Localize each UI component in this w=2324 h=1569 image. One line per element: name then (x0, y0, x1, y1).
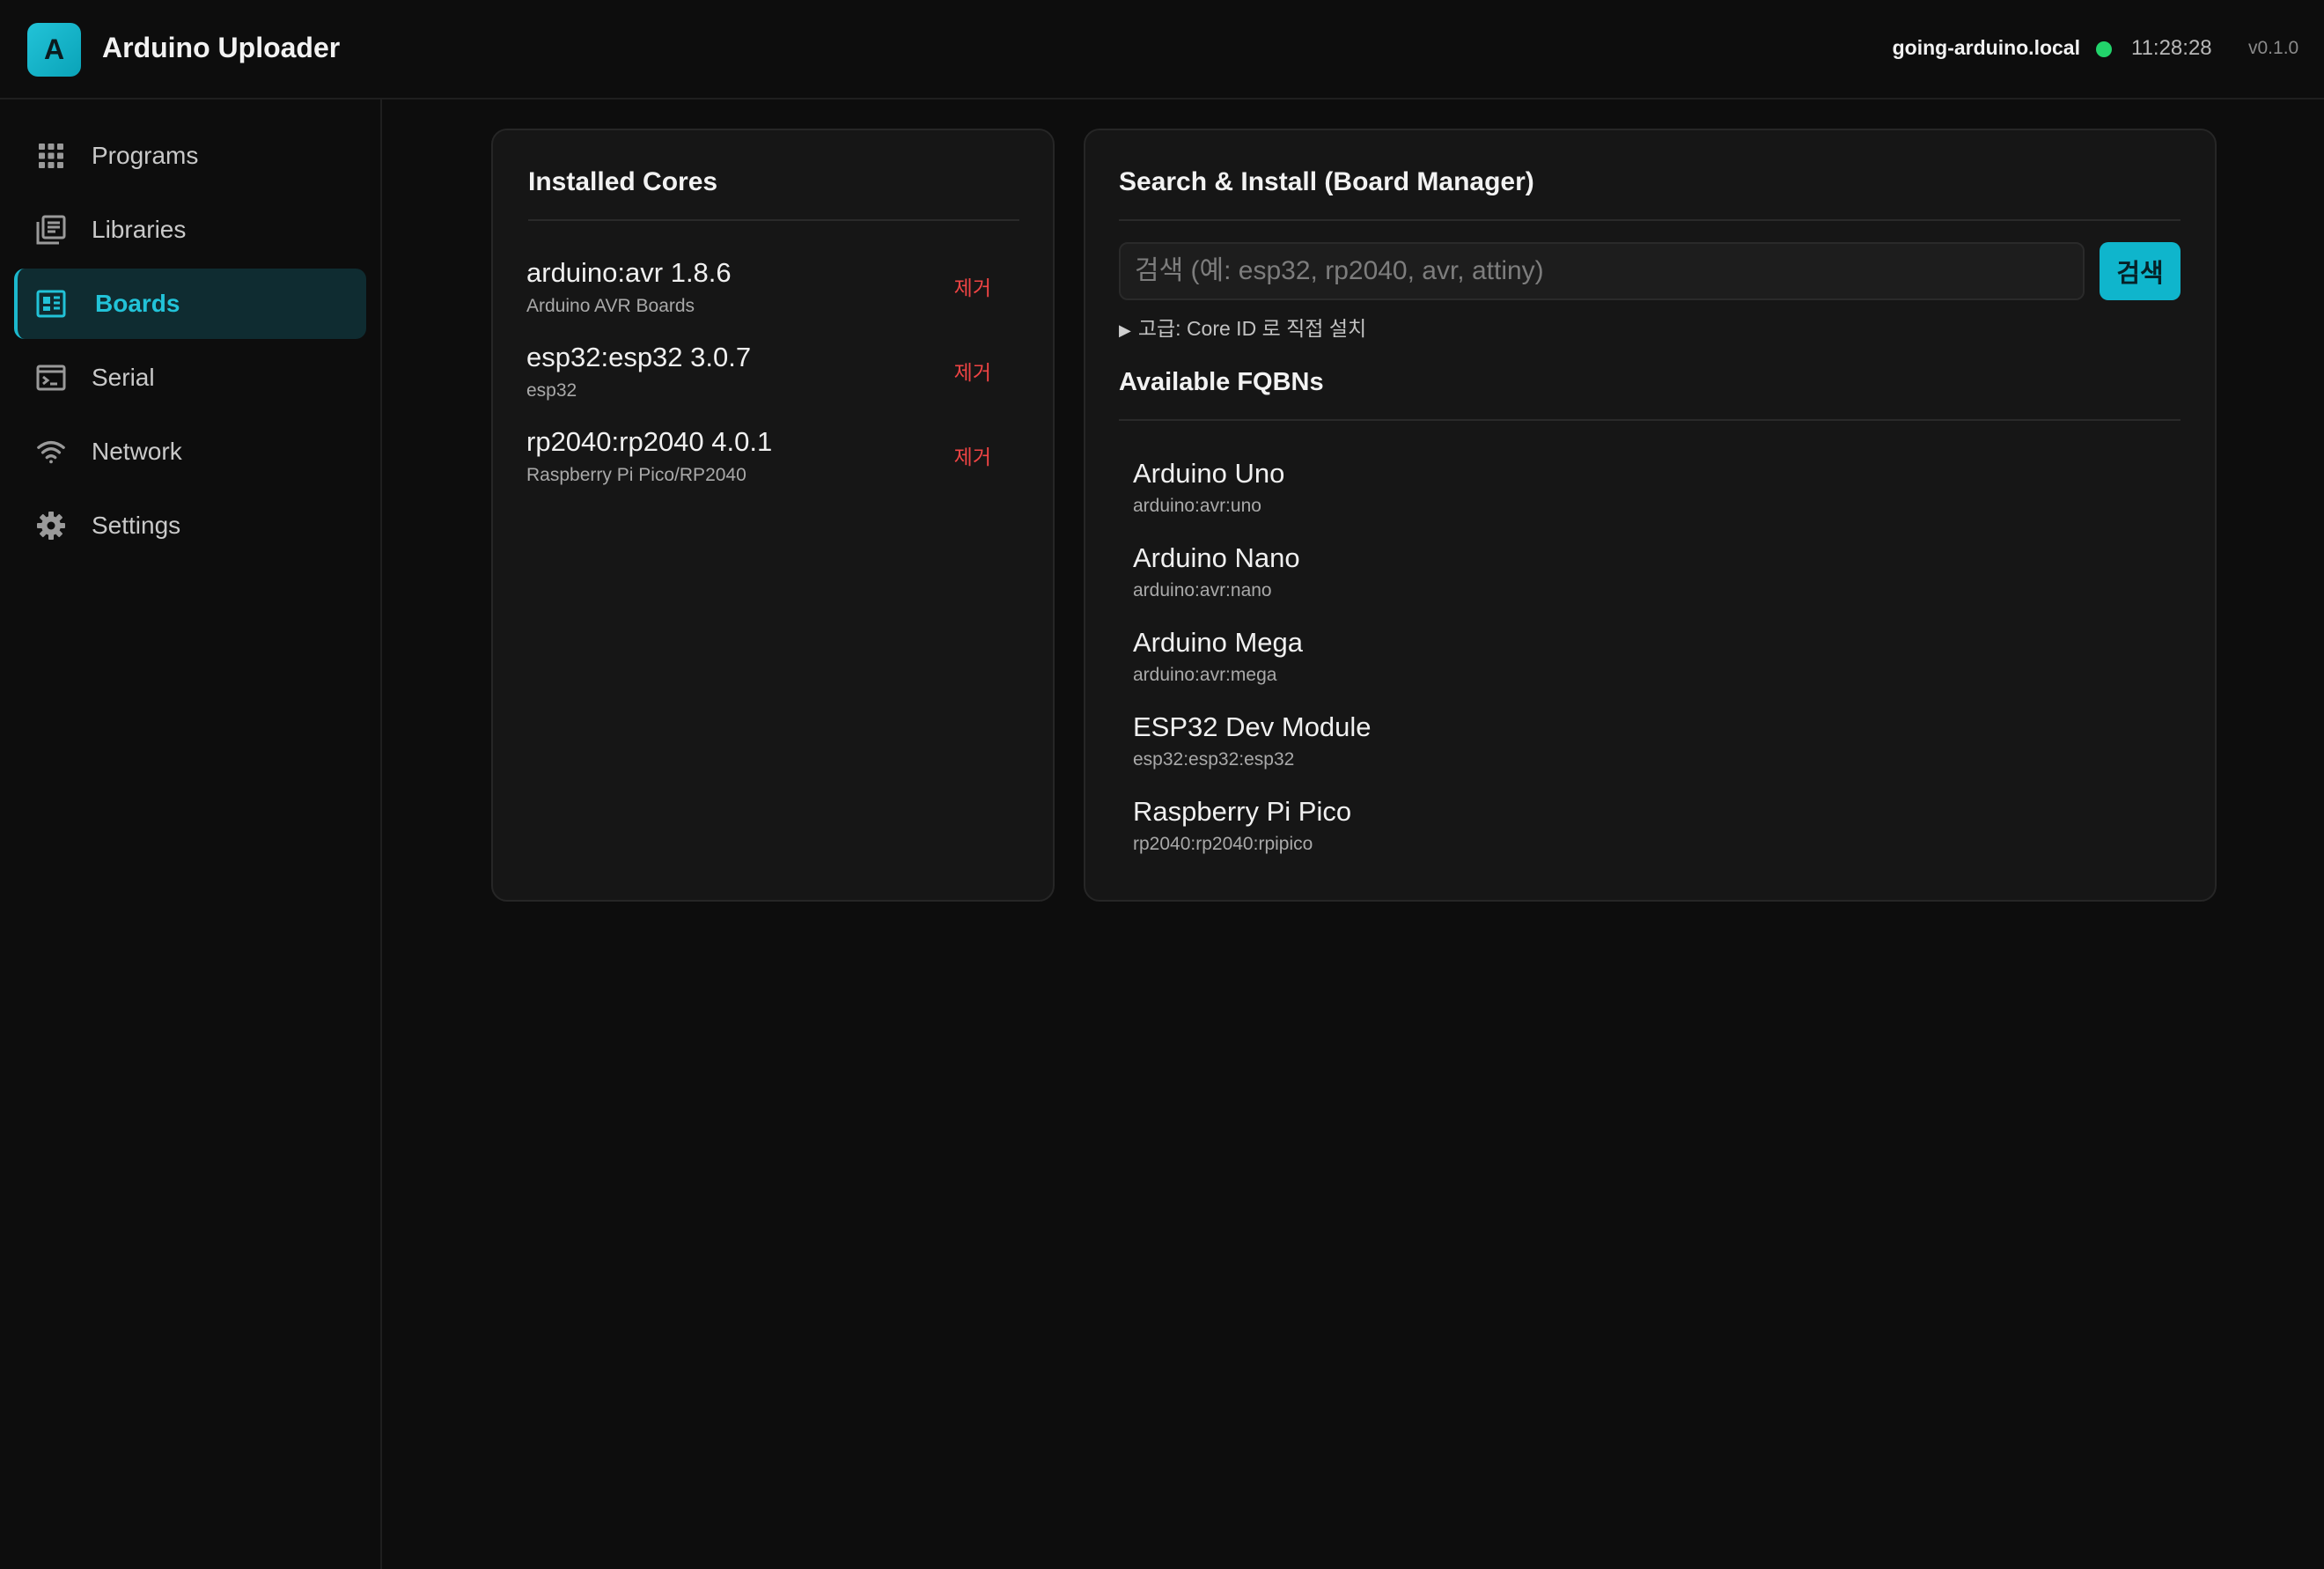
fqbn-list-item[interactable]: Arduino Nano arduino:avr:nano (1133, 542, 2101, 604)
sidebar-item-label: Programs (92, 142, 199, 169)
sidebar-item-libraries[interactable]: Libraries (14, 195, 366, 265)
board-manager-title: Search & Install (Board Manager) (1119, 167, 1534, 196)
board-fqbn: esp32:esp32:esp32 (1133, 749, 1295, 770)
board-icon (36, 289, 66, 319)
board-fqbn: arduino:avr:nano (1133, 580, 1272, 600)
core-row: esp32:esp32 3.0.7 esp32 제거 (526, 342, 1019, 403)
remove-core-button[interactable]: 제거 (954, 271, 991, 301)
remove-core-button[interactable]: 제거 (954, 356, 991, 386)
sidebar-item-label: Serial (92, 364, 155, 391)
board-name: Raspberry Pi Pico (1133, 796, 1352, 827)
divider (528, 219, 1019, 221)
gear-icon (36, 511, 66, 541)
library-icon (36, 215, 66, 245)
grid-icon (36, 141, 66, 171)
advanced-install-label: 고급: Core ID 로 직접 설치 (1137, 317, 1367, 340)
terminal-icon (36, 363, 66, 393)
app-header: A Arduino Uploader going-arduino.local 1… (0, 0, 2324, 99)
core-name: arduino:avr 1.8.6 (526, 257, 732, 288)
sidebar-item-label: Settings (92, 512, 181, 539)
core-search-input[interactable] (1119, 242, 2085, 300)
board-fqbn: rp2040:rp2040:rpipico (1133, 834, 1313, 854)
core-row: arduino:avr 1.8.6 Arduino AVR Boards 제거 (526, 257, 1019, 319)
search-button[interactable]: 검색 (2100, 242, 2181, 300)
sidebar-item-serial[interactable]: Serial (14, 343, 366, 413)
board-fqbn: arduino:avr:mega (1133, 665, 1277, 685)
sidebar-item-programs[interactable]: Programs (14, 121, 366, 191)
board-name: Arduino Nano (1133, 542, 1300, 573)
board-name: ESP32 Dev Module (1133, 711, 1372, 742)
app-logo: A (27, 23, 81, 77)
sidebar-item-label: Boards (95, 290, 180, 317)
core-name: esp32:esp32 3.0.7 (526, 342, 752, 372)
app-title: Arduino Uploader (102, 32, 341, 63)
core-description: esp32 (526, 380, 577, 401)
core-description: Arduino AVR Boards (526, 296, 695, 316)
fqbn-list-item[interactable]: Arduino Uno arduino:avr:uno (1133, 458, 2101, 519)
divider (1119, 419, 2181, 421)
board-manager-card: Search & Install (Board Manager) 검색 ▶ 고급:… (1084, 129, 2217, 902)
sidebar-item-boards[interactable]: Boards (14, 269, 366, 339)
sidebar-item-label: Libraries (92, 216, 187, 243)
sidebar-item-label: Network (92, 438, 182, 465)
remove-core-button[interactable]: 제거 (954, 440, 991, 470)
fqbn-list-item[interactable]: Arduino Mega arduino:avr:mega (1133, 627, 2101, 689)
core-row: rp2040:rp2040 4.0.1 Raspberry Pi Pico/RP… (526, 426, 1019, 488)
available-fqbns-title: Available FQBNs (1119, 368, 1324, 396)
core-description: Raspberry Pi Pico/RP2040 (526, 465, 746, 485)
sidebar: Programs Libraries Boards Serial Network… (0, 99, 382, 1569)
fqbn-list-item[interactable]: Raspberry Pi Pico rp2040:rp2040:rpipico (1133, 796, 2101, 858)
disclosure-triangle-icon: ▶ (1119, 321, 1131, 339)
sidebar-item-network[interactable]: Network (14, 416, 366, 487)
host-name: going-arduino.local (1892, 36, 2080, 59)
version-label: v0.1.0 (2248, 38, 2299, 58)
board-name: Arduino Uno (1133, 458, 1285, 489)
fqbn-list-item[interactable]: ESP32 Dev Module esp32:esp32:esp32 (1133, 711, 2101, 773)
core-name: rp2040:rp2040 4.0.1 (526, 426, 773, 457)
board-name: Arduino Mega (1133, 627, 1304, 658)
installed-cores-card: Installed Cores arduino:avr 1.8.6 Arduin… (491, 129, 1055, 902)
advanced-install-toggle[interactable]: ▶ 고급: Core ID 로 직접 설치 (1119, 312, 1366, 342)
board-fqbn: arduino:avr:uno (1133, 496, 1261, 516)
connection-status-dot (2096, 41, 2112, 57)
clock: 11:28:28 (2131, 36, 2212, 60)
divider (1119, 219, 2181, 221)
installed-cores-title: Installed Cores (528, 167, 718, 196)
sidebar-item-settings[interactable]: Settings (14, 490, 366, 561)
wifi-icon (36, 437, 66, 467)
